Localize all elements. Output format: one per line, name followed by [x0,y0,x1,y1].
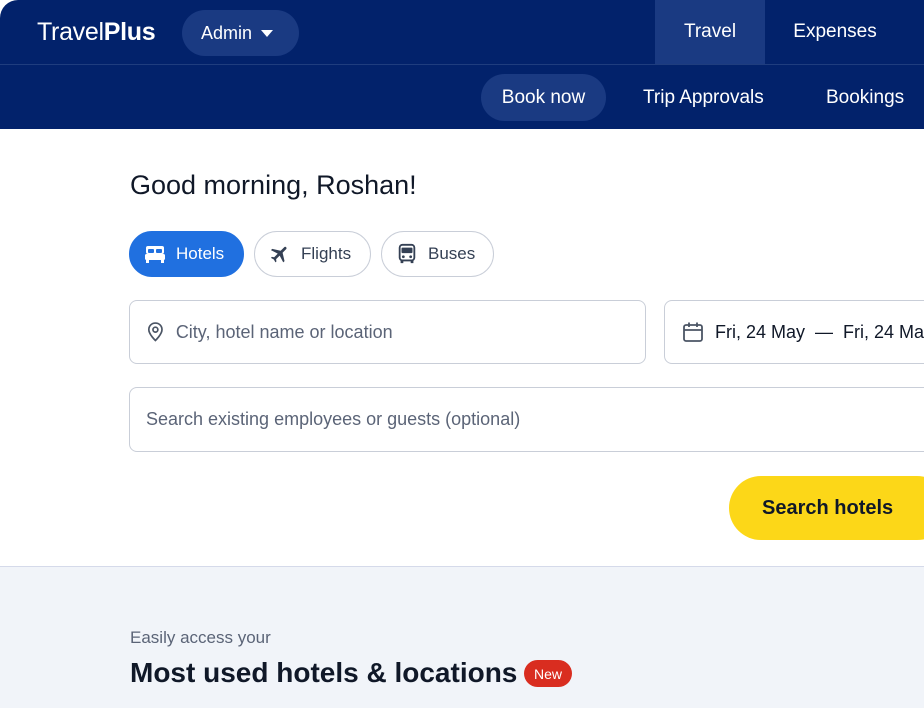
top-header: TravelPlus Admin Travel Expenses [0,0,924,65]
search-hotels-button[interactable]: Search hotels [729,476,924,540]
mode-tab-hotels-label: Hotels [176,244,225,263]
subnav-trip-approvals-label: Trip Approvals [643,86,764,108]
sub-navigation: Book now Trip Approvals Bookings [0,64,924,129]
mode-tab-flights[interactable]: Flights [254,231,371,277]
location-pin-icon [147,322,163,342]
subnav-bookings-label: Bookings [826,86,905,108]
subnav-bookings[interactable]: Bookings [826,74,904,121]
guests-field[interactable] [129,387,924,452]
bed-icon [145,246,165,263]
check-in-date: Fri, 24 May [715,321,806,342]
topnav-travel-label: Travel [683,21,737,42]
role-switcher-label: Admin [201,22,253,43]
location-input[interactable] [175,321,645,343]
search-hotels-label: Search hotels [762,496,894,519]
subnav-book-now[interactable]: Book now [481,74,606,121]
guests-input[interactable] [146,409,924,430]
subnav-trip-approvals[interactable]: Trip Approvals [643,74,764,121]
mode-tab-buses[interactable]: Buses [381,231,494,277]
calendar-icon [683,322,703,342]
greeting-heading: Good morning, Roshan! [130,170,417,200]
role-switcher-button[interactable]: Admin [182,10,299,56]
airplane-icon [270,246,287,263]
location-field[interactable] [129,300,646,364]
recent-section-title: Most used hotels & locations [130,657,518,688]
brand-logo-light: Travel [37,18,104,46]
subnav-book-now-label: Book now [501,86,586,108]
check-out-date: Fri, 24 May [843,321,924,342]
mode-tab-buses-label: Buses [428,244,476,263]
brand-logo-bold: Plus [103,18,156,46]
date-separator: — [815,321,834,342]
date-range-field[interactable]: Fri, 24 May — Fri, 24 May [664,300,924,364]
bus-icon [398,243,416,264]
mode-tab-hotels[interactable]: Hotels [129,231,244,277]
new-badge: New [524,660,572,687]
mode-tab-flights-label: Flights [301,244,352,263]
topnav-travel[interactable]: Travel [655,0,765,64]
topnav-expenses[interactable]: Expenses [765,0,905,64]
topnav-expenses-label: Expenses [793,21,877,42]
brand-logo[interactable]: TravelPlus [37,18,156,47]
caret-down-icon [261,29,274,37]
recent-section-label: Easily access your [130,628,271,647]
